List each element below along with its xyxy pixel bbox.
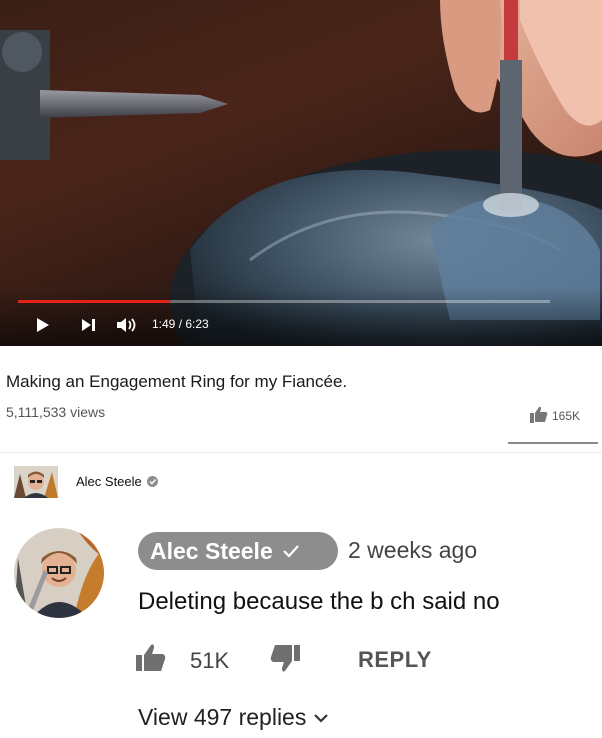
verified-check-icon bbox=[282, 545, 299, 558]
chevron-down-icon bbox=[314, 713, 329, 723]
reply-button[interactable]: REPLY bbox=[358, 647, 432, 673]
thumbs-down-icon bbox=[270, 645, 300, 672]
channel-name-label: Alec Steele bbox=[76, 474, 142, 489]
channel-avatar[interactable] bbox=[14, 466, 58, 498]
channel-name[interactable]: Alec Steele bbox=[76, 474, 158, 489]
comment-author-avatar-image bbox=[14, 528, 104, 618]
comment-like-count: 51K bbox=[190, 648, 230, 673]
comment-timestamp[interactable]: 2 weeks ago bbox=[348, 537, 477, 564]
video-player[interactable]: 1:49 / 6:23 bbox=[0, 0, 602, 346]
comment-text: Deleting because the b ch said no bbox=[138, 588, 500, 615]
verified-badge-icon bbox=[146, 476, 158, 487]
comment-author-chip[interactable]: Alec Steele bbox=[138, 532, 338, 570]
section-divider bbox=[0, 452, 602, 453]
view-replies-button[interactable]: View 497 replies bbox=[138, 704, 329, 731]
comment-author-name: Alec Steele bbox=[150, 537, 273, 564]
progress-bar[interactable] bbox=[18, 300, 550, 303]
video-like-button[interactable]: 165K bbox=[508, 402, 598, 444]
channel-avatar-image bbox=[14, 466, 58, 498]
play-icon bbox=[37, 318, 49, 332]
comment-dislike-button[interactable] bbox=[270, 644, 300, 677]
video-like-count: 165K bbox=[552, 409, 581, 423]
view-count: 5,111,533 views bbox=[6, 404, 106, 420]
next-icon bbox=[82, 319, 95, 331]
volume-icon bbox=[117, 318, 136, 332]
play-button[interactable] bbox=[34, 314, 52, 336]
progress-fill bbox=[18, 300, 170, 303]
time-display: 1:49 / 6:23 bbox=[152, 317, 209, 331]
view-replies-label: View 497 replies bbox=[138, 704, 307, 730]
youtube-video-page: 1:49 / 6:23 Making an Engagement Ring fo… bbox=[0, 0, 602, 738]
video-title: Making an Engagement Ring for my Fiancée… bbox=[6, 372, 348, 391]
volume-button[interactable] bbox=[114, 314, 140, 336]
thumbs-up-icon bbox=[530, 406, 548, 423]
comment-author-avatar[interactable] bbox=[14, 528, 104, 618]
next-button[interactable] bbox=[78, 314, 100, 336]
comment-like-button[interactable] bbox=[136, 644, 166, 677]
thumbs-up-icon bbox=[136, 644, 166, 671]
